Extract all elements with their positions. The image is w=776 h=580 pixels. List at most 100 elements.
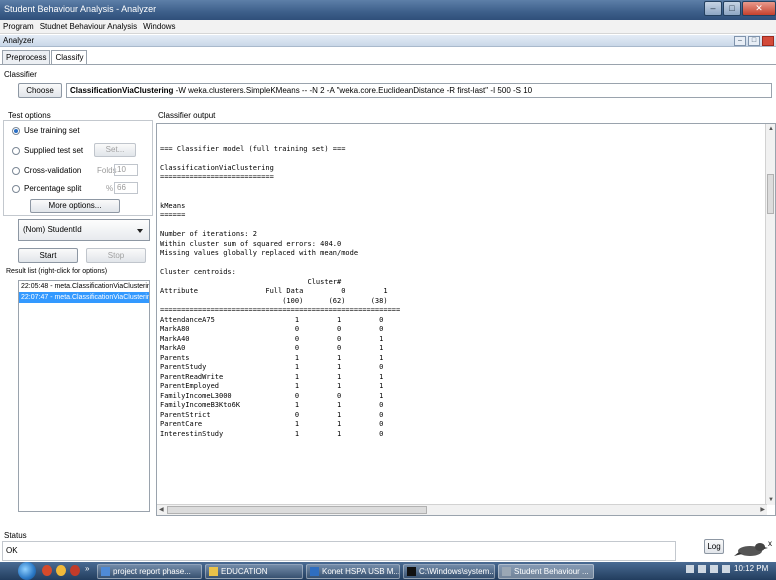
maximize-button[interactable]: □ [723,1,741,16]
output-line: Cluster centroids: [160,268,236,276]
more-options-button[interactable]: More options... [30,199,120,213]
menu-program[interactable]: Program [3,22,34,31]
network-icon[interactable] [698,564,706,573]
taskbar-button-label: EDUCATION [221,567,268,576]
output-line: Number of iterations: 2 [160,230,257,238]
chrome-icon[interactable] [42,565,52,576]
output-line: ParentStudy 1 1 0 [160,363,384,371]
frame-close-button[interactable] [762,36,774,46]
tab-classify[interactable]: Classify [51,50,88,65]
supplied-test-set-radio[interactable]: Supplied test set [12,146,83,155]
taskbar-button-cmd[interactable]: C:\Windows\system... [403,564,495,579]
result-list-item[interactable]: 22:05:48 - meta.ClassificationViaCluster… [19,281,149,292]
scroll-left-icon[interactable]: ◀ [159,506,164,513]
scroll-down-icon[interactable]: ▼ [768,497,774,503]
tray-arrow-icon[interactable] [686,564,694,573]
status-extra: x [768,539,772,548]
supplied-test-set-label: Supplied test set [24,146,84,155]
taskbar-button-label: Student Behaviour ... [514,567,589,576]
scroll-up-icon[interactable]: ▲ [768,126,774,132]
choose-button[interactable]: Choose [18,83,62,98]
horizontal-scroll-thumb[interactable] [167,506,427,514]
tab-divider [0,64,776,65]
stop-button[interactable]: Stop [86,248,146,263]
result-list-label: Result list (right-click for options) [6,268,108,275]
taskbar-button-project-report[interactable]: project report phase... [97,564,202,579]
percentage-split-label: Percentage split [24,184,82,193]
percent-input[interactable]: 66 [114,182,138,194]
vertical-scroll-thumb[interactable] [767,174,774,214]
percent-label: % [106,184,114,193]
console-icon [407,567,416,576]
output-line: Cluster# [160,277,342,286]
taskbar-button-konet[interactable]: Konet HSPA USB M... [306,564,400,579]
radio-icon [12,146,20,155]
taskbar-button-label: C:\Windows\system... [419,567,495,576]
output-line: MarkA80 0 0 0 [160,325,384,333]
percentage-split-radio[interactable]: Percentage split [12,184,81,193]
tab-strip: Preprocess Classify [2,50,88,65]
output-line: (100) (62) (38) [160,296,388,305]
output-line: ClassificationViaClustering [160,163,274,172]
taskbar-button-education[interactable]: EDUCATION [205,564,303,579]
output-line: MarkA40 0 0 1 [160,334,384,343]
document-icon [101,567,110,576]
test-options-label: Test options [8,111,51,120]
classifier-output-area[interactable]: === Classifier model (full training set)… [156,123,776,516]
log-button[interactable]: Log [704,539,724,554]
windows-start-icon[interactable] [18,562,36,580]
close-button[interactable]: ✕ [742,1,776,16]
output-line: Parents 1 1 1 [160,353,384,362]
class-attribute-select[interactable]: (Nom) StudentId [18,219,150,241]
app-icon[interactable] [70,565,80,576]
signal-icon[interactable] [710,564,718,573]
window-titlebar: Student Behaviour Analysis - Analyzer – … [0,0,776,20]
classifier-name: ClassificationViaClustering [70,86,174,95]
use-training-set-radio[interactable]: Use training set [12,126,80,135]
start-button[interactable]: Start [18,248,78,263]
tab-preprocess[interactable]: Preprocess [2,50,51,64]
classifier-config-field[interactable]: ClassificationViaClustering -W weka.clus… [66,83,772,98]
taskbar-more[interactable]: » [85,564,89,573]
taskbar-button-label: project report phase... [113,567,191,576]
set-button[interactable]: Set... [94,143,136,157]
frame-minimize-button[interactable]: – [734,36,746,46]
output-line: AttendanceA75 1 1 0 [160,315,384,324]
menu-student-behaviour-analysis[interactable]: Studnet Behaviour Analysis [40,22,137,31]
result-list-item-selected[interactable]: 22:07:47 - meta.ClassificationViaCluster… [19,292,149,303]
output-line: ParentEmployed 1 1 1 [160,382,384,390]
vertical-scrollbar[interactable]: ▲ ▼ [765,124,775,505]
system-tray: 10:12 PM [686,564,768,573]
folder-icon [209,567,218,576]
horizontal-scrollbar[interactable]: ◀ ▶ [157,504,767,515]
window-controls: – □ ✕ [703,1,776,16]
radio-icon [12,184,20,193]
volume-icon[interactable] [722,564,730,573]
classifier-output-label: Classifier output [158,111,216,120]
java-app-icon [502,567,511,576]
analyzer-frame-controls: – □ [732,36,774,46]
status-box: OK [2,541,676,561]
output-line: ParentCare 1 1 0 [160,420,384,428]
taskbar-button-student-behaviour[interactable]: Student Behaviour ... [498,564,594,579]
frame-maximize-button[interactable]: □ [748,36,760,46]
minimize-button[interactable]: – [704,1,722,16]
cross-validation-radio[interactable]: Cross-validation [12,166,81,175]
clock[interactable]: 10:12 PM [734,564,768,573]
modem-icon [310,567,319,576]
browser-icon[interactable] [56,565,66,576]
classifier-options: -W weka.clusterers.SimpleKMeans -- -N 2 … [173,86,533,95]
output-line: ====== [160,211,186,219]
status-value: OK [6,546,18,555]
scroll-right-icon[interactable]: ▶ [760,506,765,513]
folds-input[interactable]: 10 [114,164,138,176]
classifier-section-label: Classifier [4,70,37,79]
output-line: Attribute Full Data 0 1 [160,287,388,295]
output-line: ParentStrict 0 1 0 [160,410,384,419]
menu-windows[interactable]: Windows [143,22,175,31]
weka-bird-icon[interactable] [734,540,768,558]
